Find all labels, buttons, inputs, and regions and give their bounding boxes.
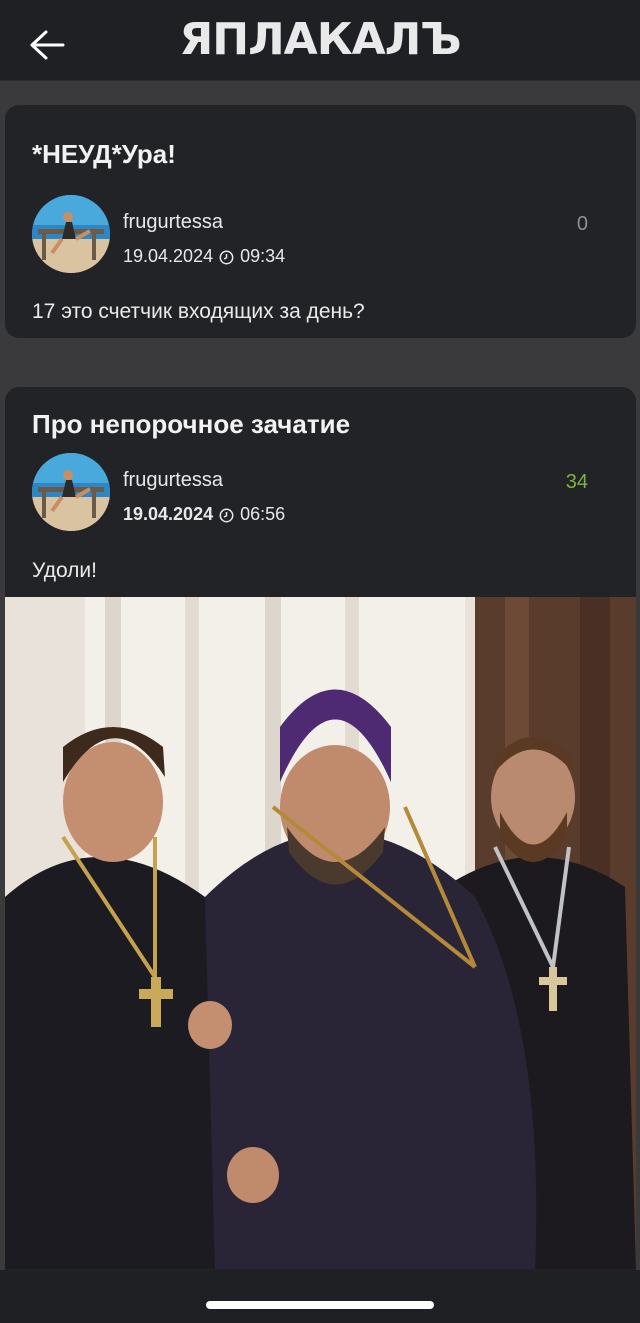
post-score: 34 xyxy=(565,471,588,493)
avatar[interactable] xyxy=(32,195,110,273)
site-logo[interactable]: ЯПЛАКАЛЪ xyxy=(0,14,640,65)
post-title[interactable]: Про непорочное зачатие xyxy=(32,409,350,440)
post-card[interactable]: *НЕУД*Ура! frugurtessa 19.04.2024 09:34 … xyxy=(5,105,636,338)
bottom-bar xyxy=(0,1270,640,1323)
author-name[interactable]: frugurtessa xyxy=(123,211,223,234)
avatar[interactable] xyxy=(32,453,110,531)
post-image[interactable] xyxy=(5,597,636,1269)
post-date: 19.04.2024 xyxy=(123,504,214,524)
post-datetime: 19.04.2024 09:34 xyxy=(123,246,285,267)
post-text: 17 это счетчик входящих за день? xyxy=(32,300,365,323)
home-indicator[interactable] xyxy=(206,1301,434,1309)
post-score: 0 xyxy=(576,213,588,235)
post-card[interactable]: Про непорочное зачатие frugurtessa 19.04… xyxy=(5,387,636,1323)
top-bar: ЯПЛАКАЛЪ xyxy=(0,0,640,81)
post-datetime: 19.04.2024 06:56 xyxy=(123,504,285,525)
post-time: 09:34 xyxy=(240,246,286,266)
author-name[interactable]: frugurtessa xyxy=(123,469,223,492)
clock-icon xyxy=(219,249,234,265)
logo-text: ЯПЛАКАЛЪ xyxy=(179,14,461,65)
post-text: Удоли! xyxy=(32,559,97,582)
post-title[interactable]: *НЕУД*Ура! xyxy=(32,139,176,170)
post-date: 19.04.2024 xyxy=(123,246,214,266)
post-time: 06:56 xyxy=(240,504,286,524)
clock-icon xyxy=(219,507,234,523)
